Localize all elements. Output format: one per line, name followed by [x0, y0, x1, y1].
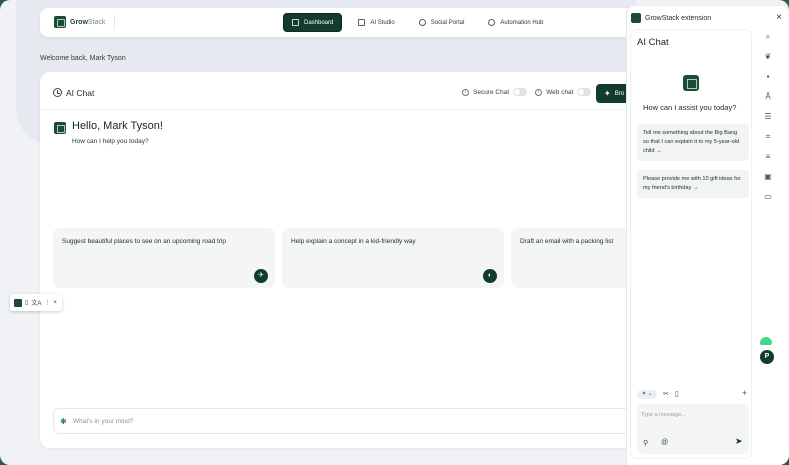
translate-icon[interactable]: 文A [31, 298, 41, 307]
greeting-title: Hello, Mark Tyson! [72, 120, 163, 132]
nav-label: Social Portal [430, 19, 465, 26]
growstack-logo-icon [631, 13, 641, 23]
extension-header: GrowStack extension × [631, 11, 786, 25]
dashboard-icon [292, 19, 299, 26]
chat-input[interactable] [73, 415, 473, 427]
growstack-logo-icon[interactable] [14, 298, 22, 307]
search-icon[interactable]: ⌕ [764, 32, 773, 41]
translate-icon[interactable]: Ā [764, 92, 773, 101]
greeting-subtitle: How can I help you today? [72, 138, 149, 145]
nav-item-ai-studio[interactable]: AI Studio [350, 13, 402, 32]
suggestion-text: Suggest beautiful places to see on an up… [62, 238, 227, 245]
avatar[interactable]: P [760, 350, 774, 364]
nav-label: AI Studio [370, 19, 395, 26]
page-title: AI Chat [66, 88, 95, 98]
app-window: GrowStack Dashboard AI Studio Social Por… [0, 0, 789, 465]
brand-logo[interactable]: GrowStack [54, 16, 105, 28]
brand-name: GrowStack [70, 18, 106, 26]
magic-wand-icon[interactable]: ⚲ [643, 439, 648, 447]
top-nav: GrowStack Dashboard AI Studio Social Por… [40, 8, 640, 37]
assistant-avatar-icon [54, 122, 66, 134]
suggestion-text: Draft an email with a packing list [520, 238, 614, 245]
extension-rail: ⌕ ❦ ▪ Ā ☰ ⌗ ≡ ▣ ▭ [761, 32, 775, 201]
extension-chat-title: AI Chat [637, 37, 669, 48]
web-chat-toggle[interactable] [577, 88, 592, 96]
nav-item-social-portal[interactable]: Social Portal [411, 13, 473, 32]
message-box: ⚲ @ ➤ [637, 404, 749, 454]
suggestion-card[interactable]: Suggest beautiful places to see on an up… [53, 228, 275, 288]
send-icon[interactable]: ➤ [735, 436, 743, 447]
magic-icon[interactable]: ✱ [60, 417, 69, 426]
android-icon[interactable] [760, 337, 772, 345]
secure-chat-toggle[interactable] [513, 88, 528, 96]
secure-chat-label: Secure Chat [473, 88, 510, 96]
history-icon[interactable] [53, 88, 62, 97]
welcome-text: Welcome back, Mark Tyson [40, 55, 126, 62]
prompt-suggestion[interactable]: Please provide me with 10 gift ideas for… [637, 170, 749, 198]
nav-item-automation-hub[interactable]: Automation Hub [480, 13, 551, 32]
more-icon[interactable]: ⋮ [44, 299, 50, 306]
mention-icon[interactable]: @ [661, 439, 668, 446]
nav-items: Dashboard AI Studio Social Portal Automa… [283, 13, 551, 32]
scan-icon[interactable]: ⌗ [764, 132, 773, 141]
message-input[interactable] [641, 410, 741, 420]
book-icon[interactable]: ▯ [25, 299, 28, 306]
nav-item-dashboard[interactable]: Dashboard [283, 13, 343, 32]
image-icon[interactable]: ▣ [764, 172, 773, 181]
nav-divider [114, 15, 115, 30]
checklist-icon[interactable]: ≡ [764, 152, 773, 161]
nav-label: Dashboard [304, 19, 334, 26]
info-icon[interactable]: i [535, 88, 543, 96]
add-icon[interactable]: + [742, 388, 747, 398]
book-icon[interactable]: ▯ [675, 390, 679, 398]
extension-title: GrowStack extension [645, 14, 712, 22]
assistant-logo-icon [683, 75, 699, 91]
suggestion-card[interactable]: Draft an email with a packing list [511, 228, 640, 288]
suggestion-text: Help explain a concept in a kid-friendly… [291, 238, 416, 245]
social-icon [418, 19, 426, 26]
leaf-icon[interactable]: ❦ [764, 52, 773, 61]
model-dropdown[interactable]: ✦ ⌄ [637, 389, 657, 399]
folder-icon[interactable]: ▭ [764, 192, 773, 201]
growstack-logo-icon [54, 16, 66, 28]
ai-studio-icon [358, 19, 366, 26]
browse-label: Bro [614, 90, 625, 97]
chat-toggles: i Secure Chat i Web chat [462, 88, 595, 96]
chat-input-bar: ✱ [53, 408, 640, 434]
prompt-suggestion[interactable]: Tell me something about the Big Bang so … [637, 124, 749, 161]
main-chat-card: AI Chat i Secure Chat i Web chat ✦ Bro H… [40, 72, 640, 448]
sparkle-icon: ✦ [604, 88, 611, 98]
list-icon[interactable]: ☰ [764, 112, 773, 121]
lightbulb-icon[interactable]: ◐ [483, 269, 497, 283]
card-header: AI Chat i Secure Chat i Web chat ✦ Bro [40, 72, 640, 110]
close-icon[interactable]: × [53, 300, 57, 306]
chat-tools: ✦ ⌄ ✂ ▯ + [637, 388, 749, 400]
automation-icon [488, 19, 496, 26]
extension-panel: GrowStack extension × AI Chat How can I … [626, 6, 789, 465]
web-chat-label: Web chat [546, 88, 574, 96]
suggestion-card[interactable]: Help explain a concept in a kid-friendly… [282, 228, 504, 288]
road-trip-icon[interactable]: ✈ [254, 269, 268, 283]
assist-prompt: How can I assist you today? [643, 103, 737, 112]
extension-chat-card: AI Chat How can I assist you today? Tell… [631, 30, 751, 458]
close-icon[interactable]: × [776, 12, 782, 23]
info-icon[interactable]: i [462, 88, 469, 96]
nav-label: Automation Hub [500, 19, 544, 26]
chat-icon[interactable]: ▪ [764, 72, 773, 81]
floating-toolbar: ▯ 文A ⋮ × [10, 294, 62, 311]
scissors-icon[interactable]: ✂ [663, 390, 669, 398]
